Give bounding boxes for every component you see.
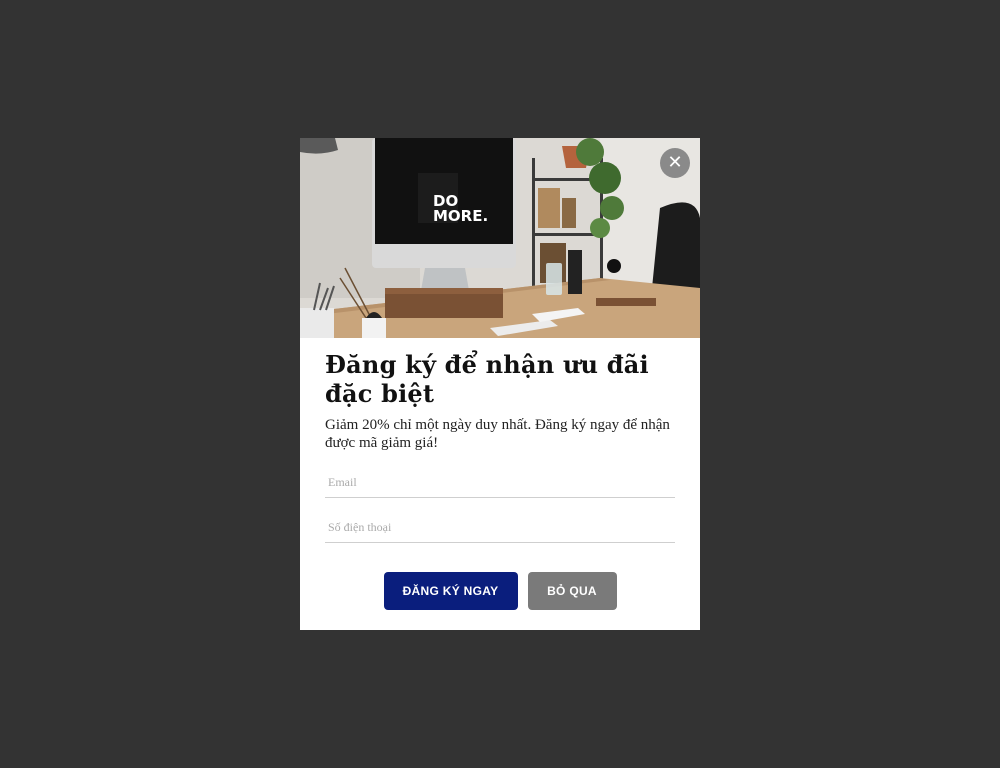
subscribe-button[interactable]: ĐĂNG KÝ NGAY	[383, 572, 518, 610]
screen-text-more: MORE.	[433, 207, 488, 225]
popup-actions: ĐĂNG KÝ NGAY BỎ QUA	[300, 572, 700, 610]
hero-image: DO MORE.	[300, 138, 700, 338]
signup-popup: DO MORE. ✕ Đăng ký để nhận ưu đãi đặc bi…	[300, 138, 700, 630]
phone-field[interactable]	[325, 513, 675, 543]
email-field[interactable]	[325, 468, 675, 498]
skip-button[interactable]: BỎ QUA	[527, 572, 617, 610]
popup-content: Đăng ký để nhận ưu đãi đặc biệt Giảm 20%…	[325, 350, 675, 543]
close-icon: ✕	[667, 152, 683, 173]
close-button[interactable]: ✕	[660, 148, 690, 178]
popup-title: Đăng ký để nhận ưu đãi đặc biệt	[325, 350, 649, 408]
popup-description: Giảm 20% chỉ một ngày duy nhất. Đăng ký …	[325, 417, 670, 451]
